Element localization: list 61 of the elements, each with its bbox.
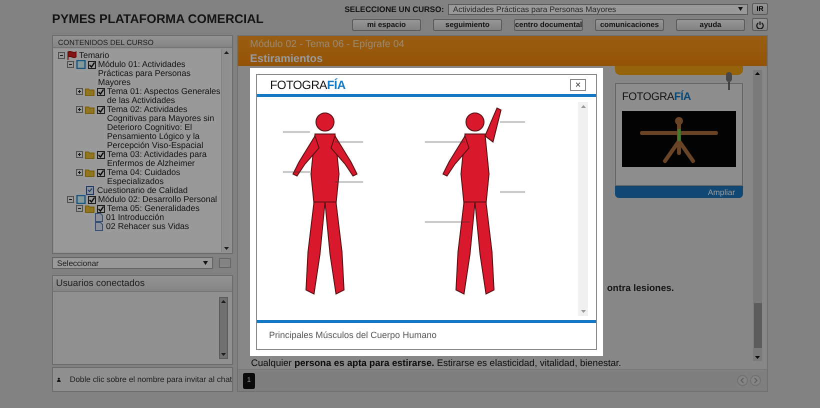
dropdown-arrow-icon	[738, 7, 743, 11]
pushpin-icon	[724, 72, 734, 90]
checkbox[interactable]	[97, 205, 105, 213]
flag-icon	[67, 51, 77, 60]
tree-item[interactable]: Tema 04: Cuidados Especializados	[107, 168, 221, 186]
tree-item[interactable]: Cuestionario de Calidad	[97, 186, 221, 195]
dropdown-arrow-icon	[203, 261, 208, 265]
tree-item[interactable]: 01 Introducción	[106, 213, 221, 222]
chat-hint: Doble clic sobre el nombre para invitar al chat	[70, 375, 232, 384]
tree-item[interactable]: 02 Rehacer sus Vidas	[106, 222, 221, 231]
course-label: SELECCIONE UN CURSO:	[343, 4, 444, 14]
scroll-up-icon	[580, 105, 586, 108]
power-icon	[756, 20, 764, 28]
checkbox[interactable]	[88, 61, 96, 69]
close-button[interactable]: ×	[570, 79, 586, 91]
checkbox[interactable]	[97, 151, 105, 159]
scroll-down-icon	[221, 353, 226, 356]
scrollbar[interactable]	[578, 102, 588, 316]
tree-item[interactable]: Módulo 02: Desarrollo Personal	[98, 195, 221, 204]
tree-item[interactable]: Tema 03: Actividades para Enfermos de Alzheimer	[107, 150, 221, 168]
panel-title: Usuarios conectados	[53, 276, 232, 292]
expand-icon[interactable]	[76, 169, 83, 176]
logo-text: FOTOGRAFÍA	[622, 91, 692, 103]
checkbox[interactable]	[97, 106, 105, 114]
checkbox[interactable]	[88, 196, 96, 204]
logo-text: FOTOGRAFÍA	[270, 78, 346, 92]
scroll-up-icon	[221, 300, 226, 303]
lesson-paragraph: Cualquier persona es apta para estirarse. Estirarse es elasticidad, vitalidad, bienestar.	[250, 358, 622, 369]
site-title: PYMES PLATAFORMA COMERCIAL	[52, 12, 264, 26]
course-select[interactable]: Actividades Prácticas para Personas Mayores	[448, 4, 748, 14]
expand-icon[interactable]	[76, 151, 83, 158]
collapse-icon[interactable]	[67, 61, 74, 68]
tree-item[interactable]: Tema 01: Aspectos Generales de las Actividades	[107, 87, 221, 105]
scrollbar[interactable]	[219, 297, 228, 359]
collapse-icon[interactable]	[58, 52, 65, 59]
expand-icon[interactable]	[76, 106, 83, 113]
lesson-text: ontra lesiones.	[606, 283, 676, 294]
scrollbar[interactable]	[753, 70, 762, 361]
scroll-down-icon	[755, 356, 760, 359]
tree-item[interactable]: Módulo 01: Actividades Prácticas para Personas Mayores	[98, 60, 221, 87]
collapse-icon[interactable]	[67, 196, 74, 203]
collapse-icon[interactable]	[76, 205, 83, 212]
image-caption: Principales Músculos del Cuerpo Humano	[268, 329, 438, 342]
tree-item[interactable]: Tema 02: Actividades Cognitivas para Mayores sin Deterioro Cognitivo: El Pensamiento Lógico y la Percepción Viso-Espacial	[107, 105, 221, 150]
expand-icon[interactable]	[76, 88, 83, 95]
scroll-down-icon	[224, 247, 229, 250]
checkbox[interactable]	[97, 88, 105, 96]
folder-icon	[85, 204, 95, 213]
breadcrumb: Módulo 02 - Tema 06 - Epígrafe 04	[250, 39, 406, 50]
scroll-down-icon	[580, 310, 586, 313]
scrollbar-thumb[interactable]	[754, 303, 762, 348]
tree-item[interactable]: Tema 05: Generalidades	[107, 204, 221, 213]
lesson-title: Estiramientos	[250, 53, 324, 65]
scroll-up-icon	[755, 72, 760, 75]
checkbox[interactable]	[97, 169, 105, 177]
power-button[interactable]	[752, 18, 768, 31]
scroll-up-icon	[224, 51, 229, 54]
enlarge-button[interactable]: Ampliar	[615, 186, 743, 198]
clipboard-icon	[85, 186, 95, 195]
section-select[interactable]: Seleccionar	[52, 257, 213, 269]
tree-item[interactable]: Temario	[79, 51, 221, 60]
